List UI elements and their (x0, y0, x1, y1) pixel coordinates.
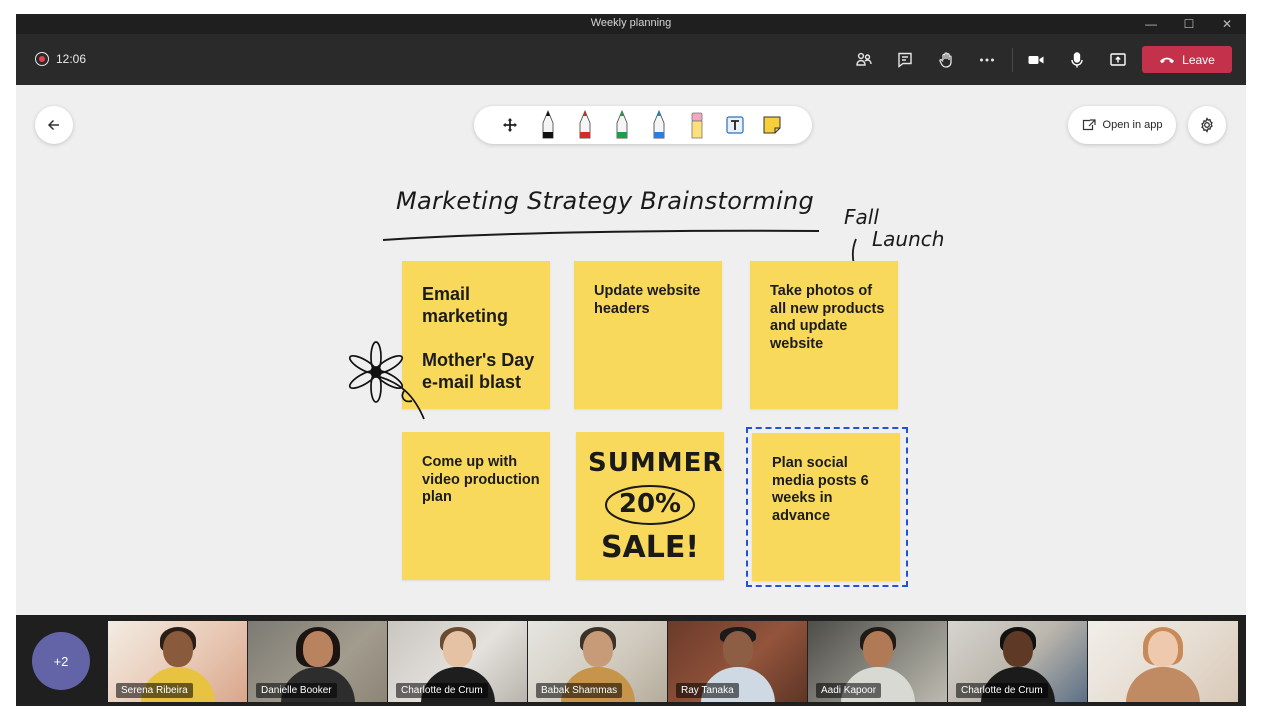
gear-icon (1201, 117, 1213, 133)
participant-name: Ray Tanaka (676, 683, 739, 698)
participant-strip: +2 Serena Ribeira Danielle Booker Charlo… (16, 615, 1246, 706)
participant-name: Charlotte de Crum (396, 683, 488, 698)
annotation-launch: Launch (872, 227, 945, 251)
teams-window: Weekly planning — ☐ ✕ 12:06 Leave Open i… (16, 14, 1246, 706)
meeting-timer: 12:06 (56, 52, 87, 66)
sale-line-percent: 20% (618, 489, 682, 519)
highlighter-icon[interactable] (683, 111, 711, 139)
toolbar-divider (1012, 48, 1013, 72)
text-icon[interactable] (721, 111, 749, 139)
sticky-note-2[interactable]: Update website headers (574, 261, 722, 409)
board-title: Marketing Strategy Brainstorming (396, 187, 815, 215)
record-icon (35, 52, 49, 66)
leave-label: Leave (1182, 52, 1215, 67)
more-participants-count: +2 (53, 653, 69, 669)
participant-tile-1[interactable]: Serena Ribeira (108, 621, 247, 702)
participant-name: Danielle Booker (256, 683, 337, 698)
title-bar: Weekly planning — ☐ ✕ (16, 14, 1246, 34)
sticky-note-3[interactable]: Take photos of all new products and upda… (750, 261, 898, 409)
sticky-note-1-text: Email marketing Mother's Day e-mail blas… (422, 284, 535, 392)
back-arrow-icon (47, 119, 59, 131)
participant-name: Aadi Kapoor (816, 683, 882, 698)
green-pen-icon[interactable] (608, 110, 636, 139)
title-underline (382, 229, 820, 241)
settings-button[interactable] (1188, 106, 1226, 144)
sticky-note-4-text: Come up with video production plan (422, 454, 540, 505)
leave-button[interactable]: Leave (1142, 46, 1232, 73)
sale-line-sale: SALE! (600, 530, 700, 565)
sticky-note-3-text: Take photos of all new products and upda… (770, 283, 885, 352)
move-icon[interactable] (496, 111, 524, 139)
minimize-icon[interactable]: — (1132, 14, 1170, 34)
sticky-note-6[interactable]: Plan social media posts 6 weeks in advan… (752, 433, 900, 581)
camera-icon[interactable] (1024, 48, 1048, 72)
back-button[interactable] (35, 106, 73, 144)
sticky-note-4[interactable]: Come up with video production plan (402, 432, 550, 580)
open-in-app-button[interactable]: Open in app (1068, 106, 1176, 144)
participant-tile-8[interactable] (1088, 621, 1238, 702)
share-screen-icon[interactable] (1106, 48, 1130, 72)
raise-hand-icon[interactable] (934, 48, 958, 72)
more-participants-avatar[interactable]: +2 (32, 632, 90, 690)
more-options-icon[interactable] (975, 48, 999, 72)
open-external-icon (1082, 119, 1096, 131)
inking-toolbar (474, 106, 812, 144)
annotation-fall: Fall (844, 205, 879, 229)
participant-tile-2[interactable]: Danielle Booker (248, 621, 387, 702)
close-icon[interactable]: ✕ (1208, 14, 1246, 34)
participant-tile-3[interactable]: Charlotte de Crum (388, 621, 527, 702)
microphone-icon[interactable] (1065, 48, 1089, 72)
window-title: Weekly planning (590, 17, 672, 29)
meeting-control-bar: 12:06 Leave (16, 34, 1246, 85)
sticky-note-6-text: Plan social media posts 6 weeks in advan… (772, 455, 869, 524)
chat-icon[interactable] (893, 48, 917, 72)
sticky-note-icon[interactable] (758, 111, 786, 139)
open-in-app-label: Open in app (1102, 119, 1163, 131)
whiteboard-canvas[interactable]: Open in app Marketing Strategy Brainstor… (16, 85, 1246, 615)
hang-up-icon (1160, 57, 1175, 63)
participant-tile-4[interactable]: Babak Shammas (528, 621, 667, 702)
red-pen-icon[interactable] (571, 110, 599, 139)
sticky-note-2-text: Update website headers (594, 283, 701, 317)
blue-pen-icon[interactable] (645, 110, 673, 139)
participant-tile-6[interactable]: Aadi Kapoor (808, 621, 947, 702)
black-pen-icon[interactable] (534, 110, 562, 139)
sale-line-summer: SUMMER (588, 448, 724, 478)
sticky-note-5[interactable]: SUMMER 20% SALE! (576, 432, 724, 580)
participant-tile-5[interactable]: Ray Tanaka (668, 621, 807, 702)
participant-tile-7[interactable]: Charlotte de Crum (948, 621, 1087, 702)
participant-name: Serena Ribeira (116, 683, 193, 698)
participant-name: Babak Shammas (536, 683, 623, 698)
participant-name: Charlotte de Crum (956, 683, 1048, 698)
flower-doodle (348, 341, 425, 420)
maximize-icon[interactable]: ☐ (1170, 14, 1208, 34)
participants-icon[interactable] (852, 48, 876, 72)
